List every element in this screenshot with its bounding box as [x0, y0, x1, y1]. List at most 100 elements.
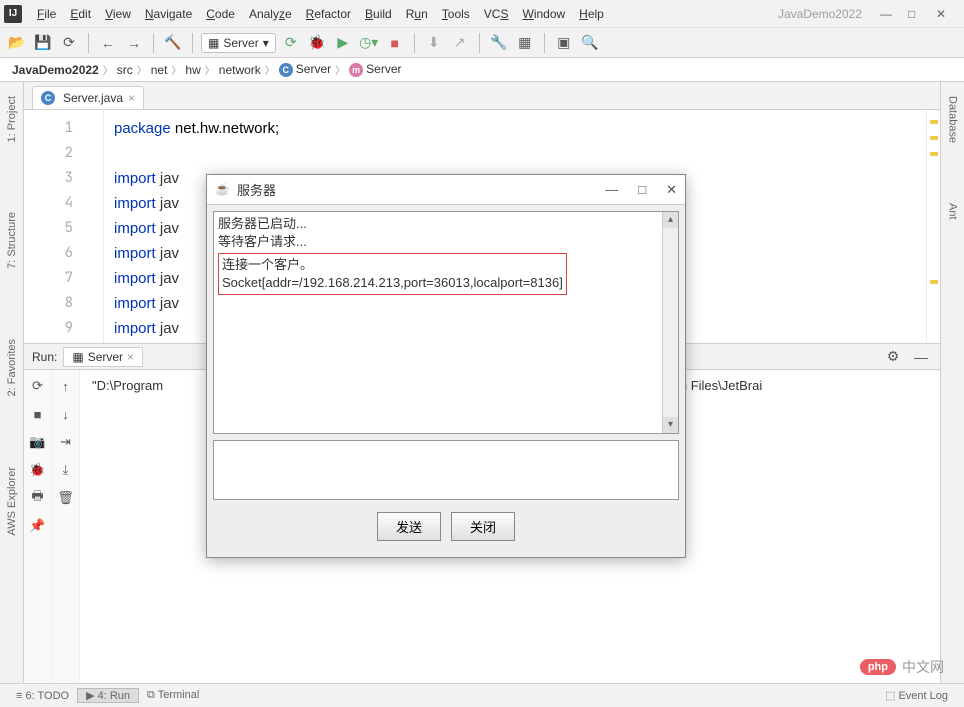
run-anything-icon[interactable]: ▣ — [553, 32, 575, 54]
menu-vcs[interactable]: VCS — [477, 5, 516, 23]
git-icon[interactable]: ⬇ — [423, 32, 445, 54]
class-icon: C — [41, 91, 55, 105]
close-button[interactable]: 关闭 — [451, 512, 515, 541]
scroll-up-icon[interactable]: ▴ — [663, 212, 678, 228]
main-toolbar: 📂 💾 ⟳ ← → 🔨 ▦ Server ▾ ⟳ 🐞 ▶ ◷▾ ■ ⬇ ↗ 🔧 … — [0, 28, 964, 58]
menu-refactor[interactable]: Refactor — [299, 5, 358, 23]
open-icon[interactable]: 📂 — [6, 32, 28, 54]
save-icon[interactable]: 💾 — [32, 32, 54, 54]
watermark-text: 中文网 — [902, 657, 944, 677]
wrap-icon[interactable]: ⇥ — [56, 432, 76, 452]
clear-icon[interactable]: 🗑 — [56, 488, 76, 508]
menu-run[interactable]: Run — [399, 5, 435, 23]
dialog-log[interactable]: ▴ ▾ 服务器已启动... 等待客户请求... 连接一个客户。 Socket[a… — [213, 211, 679, 434]
rail-project[interactable]: 1: Project — [6, 86, 18, 152]
profile-icon[interactable]: ◷▾ — [358, 32, 380, 54]
menu-code[interactable]: Code — [199, 5, 242, 23]
menu-file[interactable]: File — [30, 5, 63, 23]
sb-todo[interactable]: ≡ 6: TODO — [8, 690, 77, 702]
close-icon[interactable]: × — [127, 350, 134, 364]
sb-run[interactable]: ▶ 4: Run — [77, 688, 139, 703]
watermark: php 中文网 — [860, 657, 944, 677]
menu-navigate[interactable]: Navigate — [138, 5, 199, 23]
dialog-body: ▴ ▾ 服务器已启动... 等待客户请求... 连接一个客户。 Socket[a… — [207, 205, 685, 557]
crumb[interactable]: net — [147, 63, 172, 77]
menu-window[interactable]: Window — [515, 5, 572, 23]
maximize-icon[interactable]: □ — [908, 7, 922, 21]
forward-icon[interactable]: → — [123, 32, 145, 54]
minimize-icon[interactable]: — — [880, 7, 894, 21]
wrench-icon[interactable]: 🔧 — [488, 32, 510, 54]
menu-help[interactable]: Help — [572, 5, 611, 23]
close-icon[interactable]: ✕ — [666, 182, 677, 198]
run-title: Run: — [32, 350, 57, 364]
up-icon[interactable]: ↑ — [56, 376, 76, 396]
structure-icon[interactable]: ▦ — [514, 32, 536, 54]
chip-icon: ▦ — [208, 36, 219, 50]
minimize-icon[interactable]: — — [605, 182, 618, 198]
back-icon[interactable]: ← — [97, 32, 119, 54]
menu-build[interactable]: Build — [358, 5, 399, 23]
rail-structure[interactable]: 7: Structure — [6, 202, 18, 279]
tab-close-icon[interactable]: × — [128, 91, 135, 105]
scrollbar[interactable]: ▴ ▾ — [662, 212, 678, 433]
titlebar: IJ File Edit View Navigate Code Analyze … — [0, 0, 964, 28]
dialog-titlebar[interactable]: ☕ 服务器 — □ ✕ — [207, 175, 685, 205]
camera-icon[interactable]: 📷 — [28, 432, 48, 452]
chevron-down-icon: ▾ — [263, 36, 269, 50]
send-button[interactable]: 发送 — [377, 512, 441, 541]
run-toolbar-2: ↑ ↓ ⇥ ⤓ 🗑 — [52, 370, 80, 683]
breadcrumb: JavaDemo2022〉 src〉 net〉 hw〉 network〉 CSe… — [0, 58, 964, 82]
right-rail: Database Ant — [940, 82, 964, 683]
commit-icon[interactable]: ↗ — [449, 32, 471, 54]
rerun-icon[interactable]: ⟳ — [28, 376, 48, 396]
down-icon[interactable]: ↓ — [56, 404, 76, 424]
coverage-icon[interactable]: ▶ — [332, 32, 354, 54]
rail-aws[interactable]: AWS Explorer — [6, 457, 18, 546]
run-tab[interactable]: ▦ Server × — [63, 347, 143, 367]
gear-icon[interactable]: ⚙ — [882, 346, 904, 368]
run-config-label: Server — [223, 36, 258, 50]
crumb[interactable]: mServer — [345, 62, 405, 77]
run-config-select[interactable]: ▦ Server ▾ — [201, 33, 276, 53]
stop-icon[interactable]: ■ — [28, 404, 48, 424]
run-icon[interactable]: ⟳ — [280, 32, 302, 54]
watermark-badge: php — [860, 659, 896, 675]
sb-eventlog[interactable]: ⬚ Event Log — [877, 689, 956, 702]
crumb[interactable]: network — [215, 63, 265, 77]
maximize-icon[interactable]: □ — [638, 182, 646, 198]
dialog-input[interactable] — [213, 440, 679, 500]
tab-server[interactable]: C Server.java × — [32, 86, 144, 109]
sb-terminal[interactable]: ⧉ Terminal — [139, 689, 207, 702]
chip-icon: ▦ — [72, 350, 83, 364]
menu-tools[interactable]: Tools — [435, 5, 477, 23]
bug-icon[interactable]: 🐞 — [28, 460, 48, 480]
crumb[interactable]: src — [113, 63, 137, 77]
scroll-down-icon[interactable]: ▾ — [663, 417, 678, 433]
minimize-icon[interactable]: — — [910, 346, 932, 368]
crumb[interactable]: CServer — [275, 62, 335, 77]
pin-icon[interactable]: 📌 — [28, 516, 48, 536]
crumb[interactable]: hw — [181, 63, 204, 77]
app-icon: IJ — [4, 5, 22, 23]
menu-analyze[interactable]: Analyze — [242, 5, 299, 23]
refresh-icon[interactable]: ⟳ — [58, 32, 80, 54]
rail-database[interactable]: Database — [947, 86, 959, 153]
scroll-icon[interactable]: ⤓ — [56, 460, 76, 480]
menu-edit[interactable]: Edit — [63, 5, 98, 23]
print-icon[interactable]: 🖶 — [28, 488, 48, 508]
dialog-buttons: 发送 关闭 — [213, 506, 679, 551]
java-icon: ☕ — [215, 182, 231, 198]
debug-icon[interactable]: 🐞 — [306, 32, 328, 54]
crumb[interactable]: JavaDemo2022 — [8, 63, 103, 77]
statusbar: ≡ 6: TODO ▶ 4: Run ⧉ Terminal ⬚ Event Lo… — [0, 683, 964, 707]
menu-view[interactable]: View — [98, 5, 138, 23]
highlighted-log: 连接一个客户。 Socket[addr=/192.168.214.213,por… — [218, 253, 567, 295]
search-icon[interactable]: 🔍 — [579, 32, 601, 54]
stop-icon[interactable]: ■ — [384, 32, 406, 54]
rail-favorites[interactable]: 2: Favorites — [6, 329, 18, 406]
build-icon[interactable]: 🔨 — [162, 32, 184, 54]
rail-ant[interactable]: Ant — [947, 193, 959, 230]
server-dialog: ☕ 服务器 — □ ✕ ▴ ▾ 服务器已启动... 等待客户请求... 连接一个… — [206, 174, 686, 558]
close-icon[interactable]: ✕ — [936, 7, 950, 21]
